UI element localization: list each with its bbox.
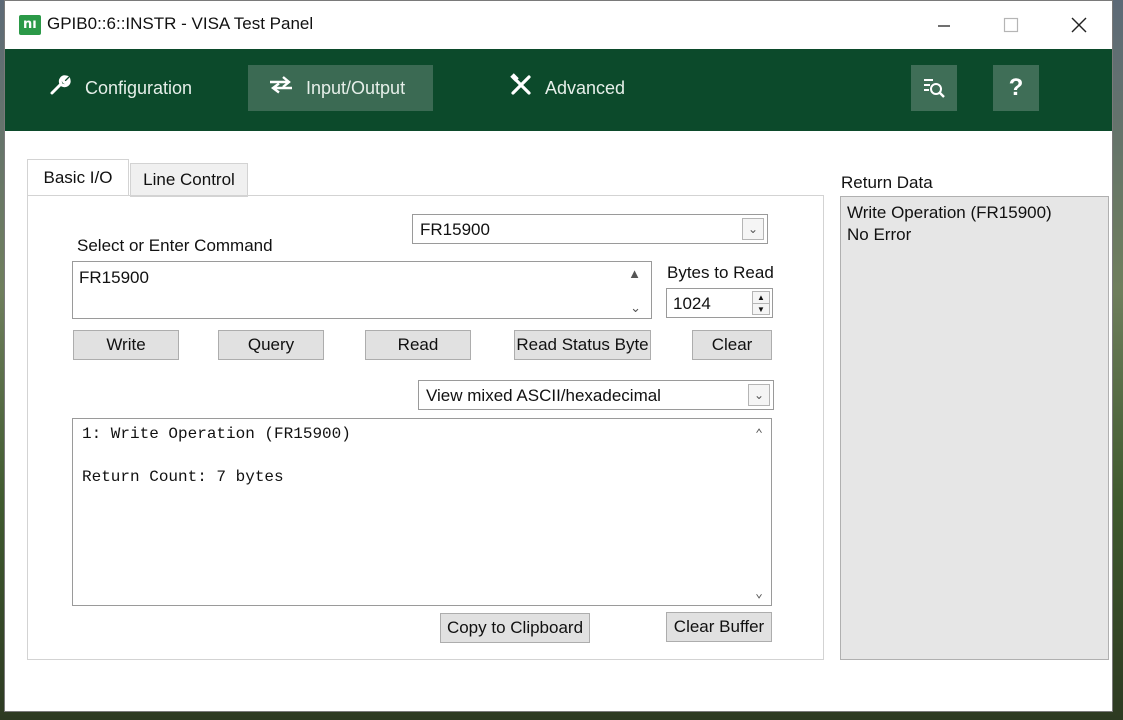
io-trace-button[interactable] (911, 65, 957, 111)
clear-buffer-button[interactable]: Clear Buffer (666, 612, 772, 642)
command-input-text: FR15900 (79, 268, 149, 287)
close-button[interactable] (1046, 1, 1112, 49)
spin-buttons: ▲ ▼ (752, 291, 770, 315)
clear-button[interactable]: Clear (692, 330, 772, 360)
return-data-label: Return Data (841, 173, 933, 192)
chevron-down-icon[interactable]: ⌄ (748, 384, 770, 406)
bytes-to-read-stepper[interactable]: 1024 ▲ ▼ (666, 288, 773, 318)
bytes-to-read-value: 1024 (673, 294, 711, 313)
close-icon (1071, 17, 1087, 33)
spin-down-icon[interactable]: ▼ (753, 304, 769, 315)
tools-icon (509, 73, 533, 103)
configuration-label: Configuration (85, 77, 193, 98)
advanced-button[interactable]: Advanced (495, 65, 669, 111)
copy-to-clipboard-button[interactable]: Copy to Clipboard (440, 613, 590, 643)
bytes-to-read-label: Bytes to Read (667, 263, 774, 282)
ni-logo-icon: nı (19, 15, 41, 35)
tab-basic-io[interactable]: Basic I/O (27, 159, 129, 196)
scroll-up-icon[interactable]: ⌃ (755, 427, 763, 442)
maximize-button[interactable] (978, 1, 1044, 49)
spin-up-icon[interactable]: ▲ (753, 292, 769, 304)
read-status-byte-button[interactable]: Read Status Byte (514, 330, 651, 360)
chevron-down-icon[interactable]: ⌄ (742, 218, 764, 240)
help-icon: ? (1008, 74, 1024, 101)
configuration-button[interactable]: Configuration (35, 65, 229, 111)
command-select-value: FR15900 (420, 220, 490, 239)
return-data-line-2: No Error (847, 225, 912, 244)
scroll-up-icon[interactable]: ▲ (628, 266, 641, 281)
scroll-down-icon[interactable]: ⌄ (630, 300, 641, 316)
query-button[interactable]: Query (218, 330, 324, 360)
advanced-label: Advanced (545, 77, 626, 98)
scroll-down-icon[interactable]: ⌄ (755, 586, 763, 601)
window-title: GPIB0::6::INSTR - VISA Test Panel (47, 14, 314, 33)
command-label: Select or Enter Command (77, 236, 273, 255)
transfer-arrows-icon (268, 75, 294, 101)
input-output-label: Input/Output (306, 77, 406, 98)
input-output-button[interactable]: Input/Output (248, 65, 433, 111)
output-buffer[interactable]: 1: Write Operation (FR15900) Return Coun… (72, 418, 772, 606)
return-data-line-1: Write Operation (FR15900) (847, 203, 1052, 222)
read-button[interactable]: Read (365, 330, 471, 360)
title-bar: nı GPIB0::6::INSTR - VISA Test Panel (5, 1, 1112, 49)
minimize-icon (938, 25, 950, 27)
tab-line-control[interactable]: Line Control (130, 163, 248, 197)
output-line-2: Return Count: 7 bytes (82, 468, 284, 486)
wrench-icon (49, 73, 73, 103)
return-data-box: Write Operation (FR15900) No Error (840, 196, 1109, 660)
command-input[interactable]: FR15900 ▲ ⌄ (72, 261, 652, 319)
maximize-icon (1003, 17, 1019, 33)
search-list-icon (924, 79, 945, 98)
view-mode-select[interactable]: View mixed ASCII/hexadecimal ⌄ (418, 380, 774, 410)
view-mode-value: View mixed ASCII/hexadecimal (426, 386, 661, 405)
minimize-button[interactable] (911, 1, 977, 49)
visa-test-panel-window: nı GPIB0::6::INSTR - VISA Test Panel Con… (4, 0, 1113, 712)
output-line-1: 1: Write Operation (FR15900) (82, 425, 351, 443)
main-toolbar: Configuration Input/Output Advanced ? (5, 49, 1112, 131)
help-button[interactable]: ? (993, 65, 1039, 111)
command-select[interactable]: FR15900 ⌄ (412, 214, 768, 244)
write-button[interactable]: Write (73, 330, 179, 360)
